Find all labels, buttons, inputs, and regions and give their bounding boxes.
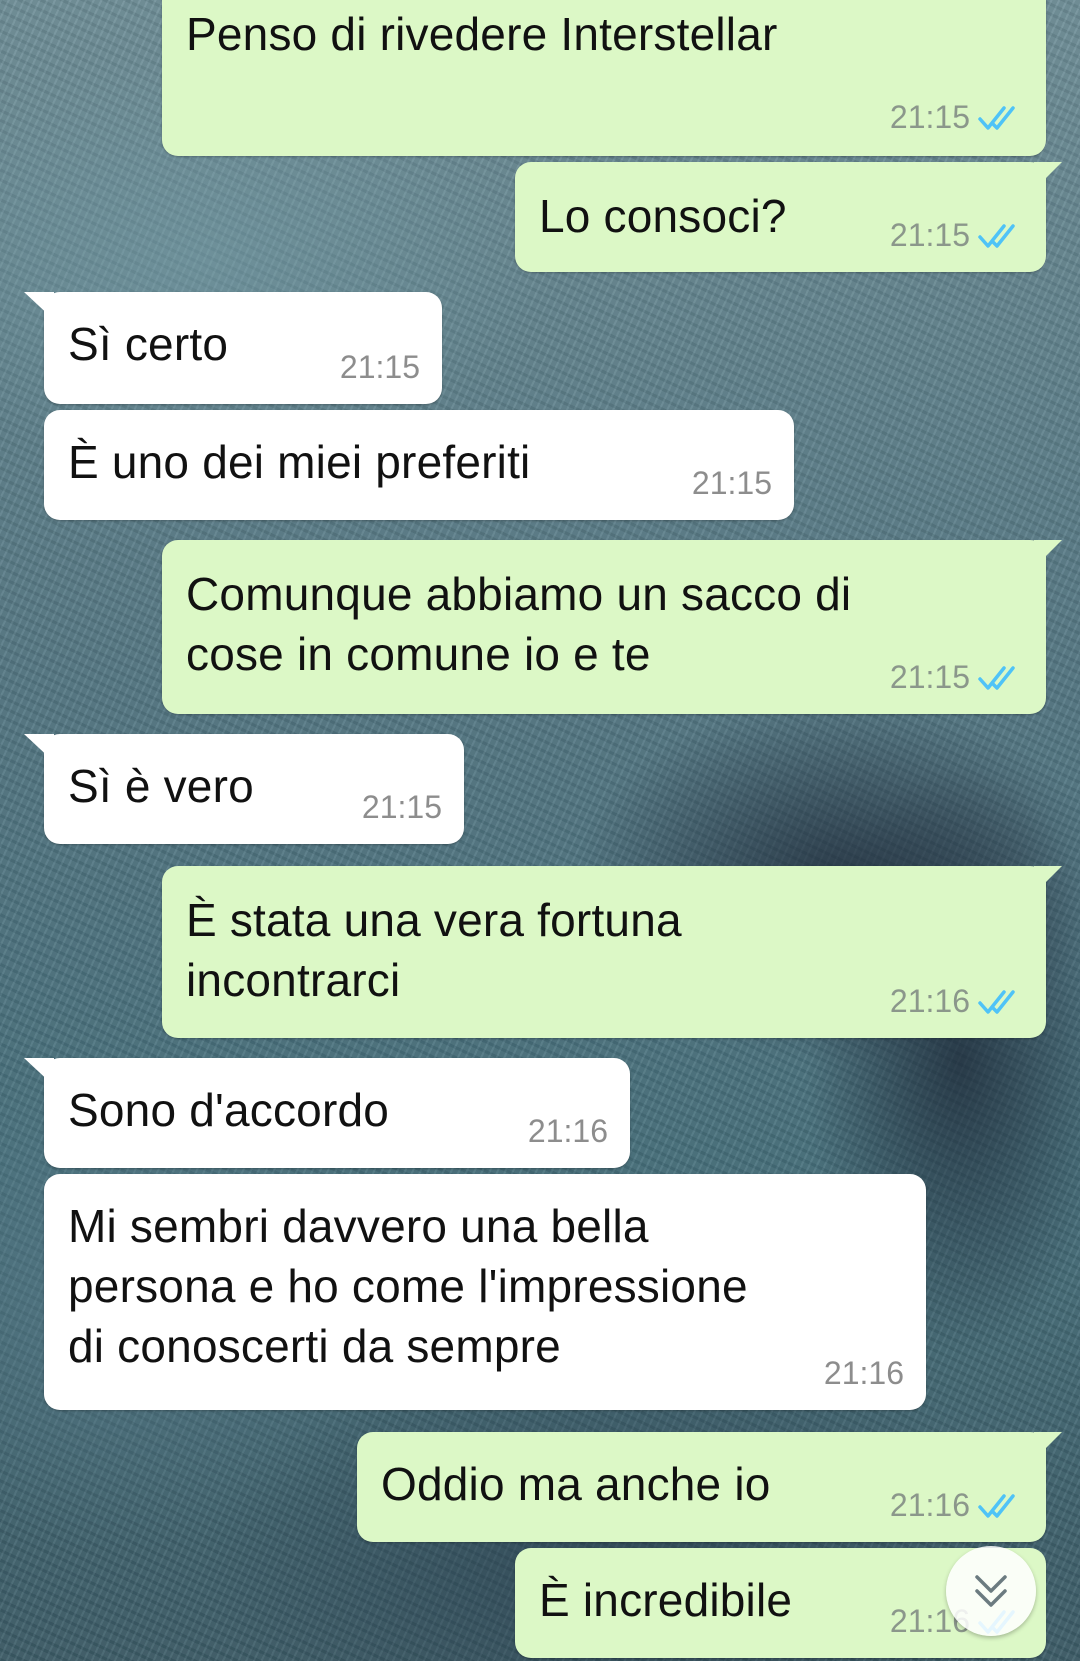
message-time: 21:15 bbox=[889, 659, 970, 695]
incoming-message[interactable]: Mi sembri davvero una bella persona e ho… bbox=[44, 1174, 926, 1410]
bubble-tail bbox=[1034, 162, 1062, 190]
message-text: È stata una vera fortuna incontrarci bbox=[186, 894, 682, 1006]
message-text: È uno dei miei preferiti bbox=[68, 436, 531, 488]
chat-message-list: Penso di rivedere Interstellar 21:15 Lo … bbox=[0, 0, 1080, 1661]
incoming-message[interactable]: Sono d'accordo 21:16 bbox=[24, 1058, 630, 1168]
bubble-tail bbox=[1034, 1432, 1062, 1460]
message-time: 21:16 bbox=[823, 1355, 904, 1391]
bubble-tail bbox=[24, 734, 54, 762]
message-time: 21:16 bbox=[527, 1113, 608, 1149]
message-text: Sì certo bbox=[68, 318, 229, 370]
message-text: Penso di rivedere Interstellar bbox=[186, 8, 778, 60]
message-time: 21:15 bbox=[889, 217, 970, 253]
outgoing-message[interactable]: Lo consoci? 21:15 bbox=[515, 162, 1062, 272]
bubble-tail bbox=[24, 1058, 54, 1086]
message-time: 21:15 bbox=[691, 465, 772, 501]
bubble-tail bbox=[1034, 540, 1062, 568]
message-time: 21:16 bbox=[889, 1487, 970, 1523]
bubble-tail bbox=[1034, 866, 1062, 894]
double-check-icon bbox=[978, 989, 1015, 1014]
double-check-icon bbox=[978, 223, 1015, 248]
double-chevron-down-icon bbox=[975, 1575, 1007, 1607]
incoming-message[interactable]: Sì certo 21:15 bbox=[24, 292, 442, 404]
scroll-to-bottom-button[interactable] bbox=[946, 1546, 1036, 1636]
message-time: 21:16 bbox=[889, 983, 970, 1019]
double-check-icon bbox=[978, 665, 1015, 690]
bubble-tail bbox=[24, 292, 54, 320]
message-text: Oddio ma anche io bbox=[381, 1458, 771, 1510]
message-text: Sì è vero bbox=[68, 760, 254, 812]
outgoing-message[interactable]: Comunque abbiamo un sacco di cose in com… bbox=[162, 540, 1062, 714]
message-time: 21:15 bbox=[361, 789, 442, 825]
message-text: Mi sembri davvero una bella persona e ho… bbox=[68, 1200, 748, 1372]
message-text: Comunque abbiamo un sacco di cose in com… bbox=[186, 568, 852, 680]
message-text: Sono d'accordo bbox=[68, 1084, 390, 1136]
double-check-icon bbox=[978, 1493, 1015, 1518]
outgoing-message[interactable]: Oddio ma anche io 21:16 bbox=[357, 1432, 1062, 1542]
incoming-message[interactable]: Sì è vero 21:15 bbox=[24, 734, 464, 844]
message-time: 21:15 bbox=[339, 349, 420, 385]
outgoing-message[interactable]: È stata una vera fortuna incontrarci 21:… bbox=[162, 866, 1062, 1038]
double-check-icon bbox=[978, 105, 1015, 130]
message-time: 21:15 bbox=[889, 99, 970, 135]
message-text: Lo consoci? bbox=[539, 190, 787, 242]
incoming-message[interactable]: È uno dei miei preferiti 21:15 bbox=[44, 410, 794, 520]
message-text: È incredibile bbox=[539, 1574, 793, 1626]
outgoing-message[interactable]: Penso di rivedere Interstellar 21:15 bbox=[162, 0, 1046, 156]
